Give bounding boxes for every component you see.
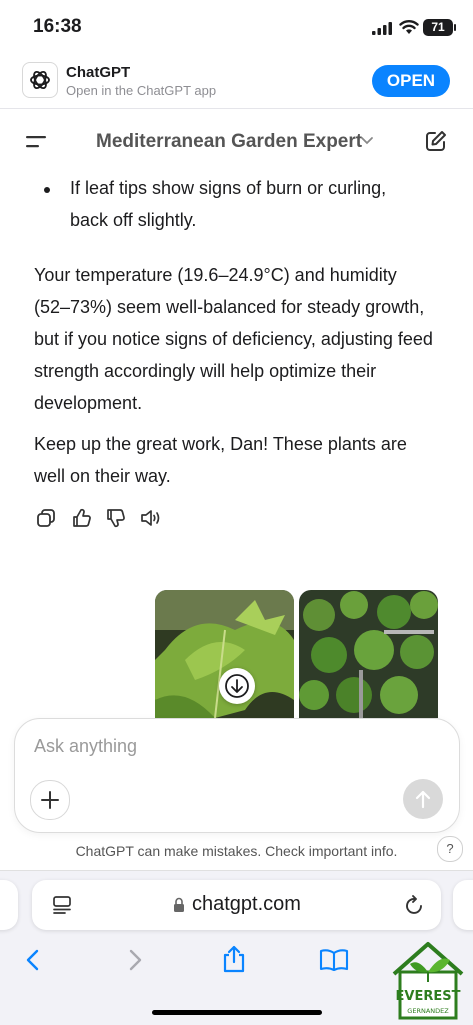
battery-tip [454,24,456,31]
previous-tab[interactable] [0,880,18,930]
attached-seedlings-photo[interactable] [299,590,438,718]
chatgpt-logo-icon [22,62,58,98]
forward-arrow-icon[interactable] [126,948,144,972]
send-button[interactable] [403,779,443,819]
speaker-icon[interactable] [140,508,162,528]
page-menu-icon[interactable] [52,895,72,915]
bullet-text: If leaf tips show signs of burn or curli… [70,178,387,230]
everest-watermark-logo: EVEREST GERNANDEZ [392,942,464,1020]
menu-icon[interactable] [26,134,48,150]
assistant-paragraph: Keep up the great work, Dan! These plant… [34,434,407,486]
next-tab[interactable] [453,880,473,930]
disclaimer-text: ChatGPT can make mistakes. Check importa… [75,843,398,859]
back-arrow-icon[interactable] [24,948,42,972]
app-subtitle: Open in the ChatGPT app [66,83,217,98]
reload-icon[interactable] [405,894,425,916]
message-input[interactable]: Ask anything [34,736,137,757]
thumbs-up-icon[interactable] [72,508,92,528]
help-button[interactable]: ? [437,836,463,862]
new-chat-edit-icon[interactable] [425,130,447,152]
copy-icon[interactable] [36,508,56,528]
wifi-icon [399,20,419,34]
assistant-paragraph: Your temperature (19.6–24.9°C) and humid… [34,265,433,413]
watermark-subtext: GERNANDEZ [407,1007,449,1015]
app-name: ChatGPT [66,64,131,81]
share-icon[interactable] [221,944,247,974]
chat-title[interactable]: Mediterranean Garden Expert [96,131,362,153]
home-indicator [152,1010,322,1015]
bullet-point [44,187,50,193]
scroll-down-button[interactable] [219,668,255,704]
chevron-down-icon[interactable] [360,136,374,146]
battery-icon: 71 [423,19,453,36]
url-text[interactable]: chatgpt.com [192,893,301,916]
watermark-text: EVEREST [396,989,461,1004]
cellular-signal-icon [372,22,392,35]
open-app-button[interactable]: OPEN [372,65,450,97]
lock-icon [174,897,184,912]
status-time: 16:38 [33,16,82,37]
bookmarks-icon[interactable] [319,948,349,972]
add-attachment-button[interactable] [30,780,70,820]
thumbs-down-icon[interactable] [106,508,126,528]
